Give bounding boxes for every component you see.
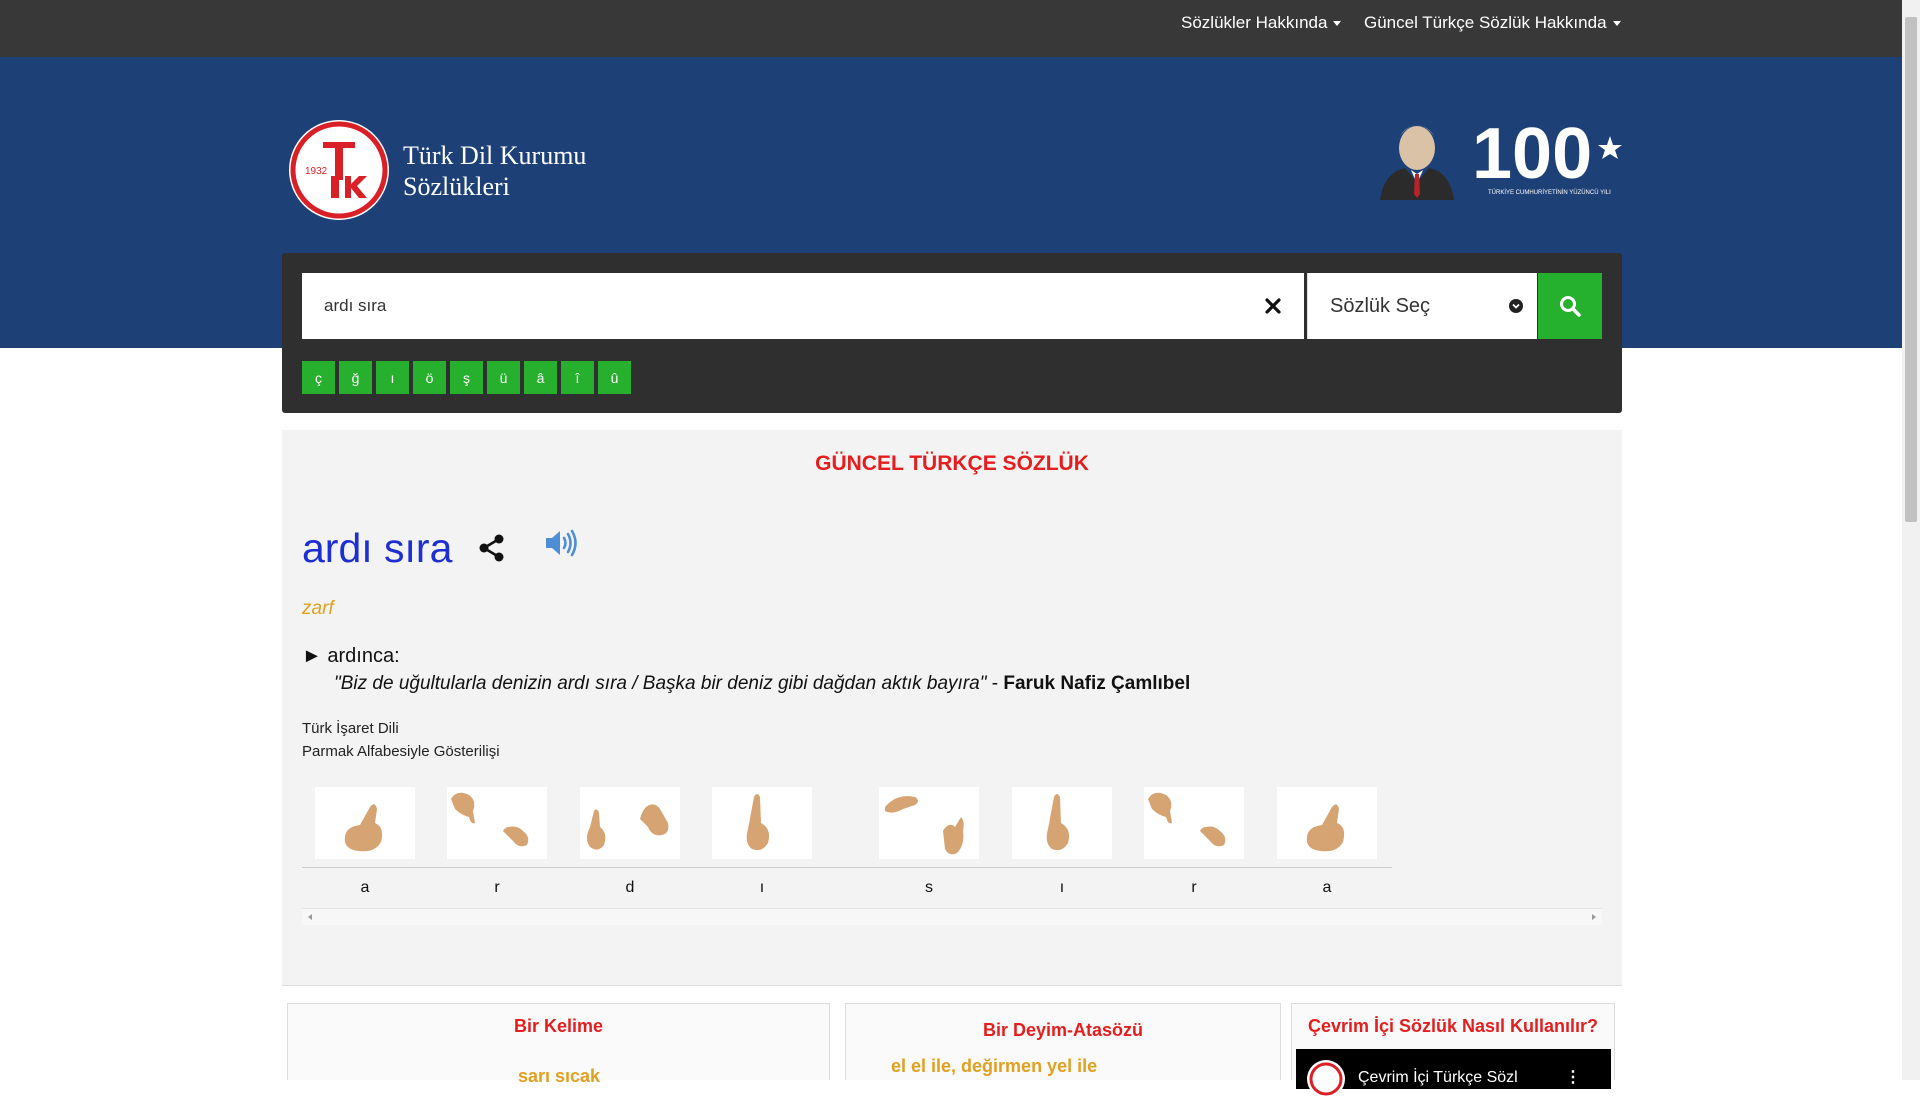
word-of-the-day-card: Bir Kelime sarı sıcak: [287, 1003, 830, 1086]
word-card-value[interactable]: sarı sıcak: [518, 1066, 600, 1087]
sign-letter: r: [494, 879, 500, 896]
hand-sign-image: [1144, 787, 1244, 859]
ataturk-portrait: [1370, 112, 1460, 205]
idiom-of-the-day-card: Bir Deyim-Atasözü el el ile, değirmen ye…: [845, 1003, 1281, 1080]
search-button[interactable]: [1538, 273, 1602, 339]
idiom-card-value[interactable]: el el ile, değirmen yel ile: [891, 1056, 1097, 1077]
hand-sign-image: [315, 787, 415, 859]
logo-year: 1932: [305, 166, 328, 177]
tdk-logo[interactable]: 1932: [287, 118, 391, 227]
hand-sign-image: [1012, 787, 1112, 859]
clear-search-button[interactable]: [1242, 273, 1304, 339]
strip-horizontal-scrollbar[interactable]: [302, 908, 1602, 925]
page-scroll-thumb[interactable]: [1905, 17, 1917, 522]
sign-language-label: Türk İşaret Dili: [302, 720, 399, 737]
video-player[interactable]: Çevrim İçi Türkçe Sözl ⋮: [1296, 1049, 1611, 1098]
char-button[interactable]: î: [561, 361, 594, 394]
centennial-logo: 100 TÜRKİYE CUMHURİYETİNİN YÜZÜNCÜ YILI: [1470, 112, 1626, 205]
sign-letter: d: [625, 879, 635, 896]
scroll-left-icon: [308, 914, 312, 920]
howto-card-title: Çevrim İçi Sözlük Nasıl Kullanılır?: [1307, 1016, 1599, 1036]
top-navbar: Sözlükler Hakkında Güncel Türkçe Sözlük …: [0, 0, 1902, 57]
hand-sign-image: [879, 787, 979, 859]
org-name-line1: Türk Dil Kurumu: [403, 141, 587, 170]
part-of-speech: zarf: [302, 598, 334, 619]
char-button[interactable]: û: [598, 361, 631, 394]
hand-sign-image: [447, 787, 547, 859]
org-name-line2: Sözlükleri: [403, 172, 510, 201]
dictionary-select[interactable]: Sözlük Seç: [1307, 273, 1537, 339]
centennial-number: 100: [1472, 114, 1592, 194]
strip-divider: [302, 867, 1392, 868]
definition: ► ardınca:: [302, 645, 400, 668]
dictionary-select-label: Sözlük Seç: [1330, 295, 1431, 317]
caret-down-icon: [1612, 21, 1621, 27]
dictionary-title: GÜNCEL TÜRKÇE SÖZLÜK: [815, 452, 1089, 475]
sign-letter: a: [1322, 879, 1332, 896]
char-button[interactable]: ö: [413, 361, 446, 394]
more-options-icon[interactable]: ⋮: [1565, 1067, 1581, 1087]
definition-marker: ►: [302, 645, 322, 667]
sign-letter: a: [360, 879, 370, 896]
special-character-buttons: ç ğ ı ö ş ü â î û: [302, 361, 631, 394]
fingerspelling-label: Parmak Alfabesiyle Gösterilişi: [302, 743, 500, 760]
definition-text: ardınca:: [327, 645, 400, 667]
idiom-card-title: Bir Deyim-Atasözü: [982, 1020, 1144, 1040]
page-vertical-scrollbar[interactable]: [1902, 0, 1920, 1080]
menu-about-dictionaries-label: Sözlükler Hakkında: [1181, 13, 1328, 32]
search-input[interactable]: [302, 273, 1242, 339]
char-button[interactable]: ü: [487, 361, 520, 394]
search-panel: Sözlük Seç ç ğ ı ö ş ü â î û: [282, 253, 1622, 413]
fingerspelling-strip: a r d ı s ı r a: [302, 787, 1392, 897]
char-button[interactable]: ş: [450, 361, 483, 394]
hand-sign-image: [712, 787, 812, 859]
example-quote: "Biz de uğultularla denizin ardı sıra / …: [334, 673, 987, 694]
word-card-title: Bir Kelime: [513, 1016, 604, 1036]
sign-letter: r: [1191, 879, 1197, 896]
headword: ardı sıra: [302, 525, 453, 571]
char-button[interactable]: ğ: [339, 361, 372, 394]
chevron-down-icon: [1509, 299, 1523, 313]
org-name: Türk Dil Kurumu Sözlükleri: [403, 140, 586, 202]
caret-down-icon: [1333, 21, 1342, 27]
example-sentence: "Biz de uğultularla denizin ardı sıra / …: [334, 673, 1190, 695]
speaker-icon[interactable]: [544, 529, 578, 562]
close-icon: [1265, 298, 1281, 314]
scroll-right-icon: [1592, 914, 1596, 920]
menu-about-current-dictionary-label: Güncel Türkçe Sözlük Hakkında: [1364, 13, 1607, 32]
howto-video-card: Çevrim İçi Sözlük Nasıl Kullanılır? Çevr…: [1291, 1003, 1615, 1098]
example-separator: -: [986, 673, 1004, 694]
channel-logo-icon: [1307, 1060, 1345, 1098]
char-button[interactable]: â: [524, 361, 557, 394]
menu-about-current-dictionary[interactable]: Güncel Türkçe Sözlük Hakkında: [1364, 0, 1621, 45]
video-title: Çevrim İçi Türkçe Sözl: [1358, 1069, 1518, 1086]
char-button[interactable]: ç: [302, 361, 335, 394]
sign-letter: ı: [1059, 879, 1065, 896]
example-author: Faruk Nafiz Çamlıbel: [1003, 673, 1191, 694]
hand-sign-image: [580, 787, 680, 859]
hand-sign-image: [1277, 787, 1377, 859]
menu-about-dictionaries[interactable]: Sözlükler Hakkında: [1181, 0, 1342, 45]
centennial-caption: TÜRKİYE CUMHURİYETİNİN YÜZÜNCÜ YILI: [1488, 189, 1611, 196]
result-panel: GÜNCEL TÜRKÇE SÖZLÜK ardı sıra zarf ► ar…: [282, 430, 1622, 986]
char-button[interactable]: ı: [376, 361, 409, 394]
sign-letter: ı: [759, 879, 765, 896]
share-icon[interactable]: [477, 533, 507, 568]
sign-letter: s: [925, 879, 933, 896]
search-icon: [1560, 296, 1581, 317]
